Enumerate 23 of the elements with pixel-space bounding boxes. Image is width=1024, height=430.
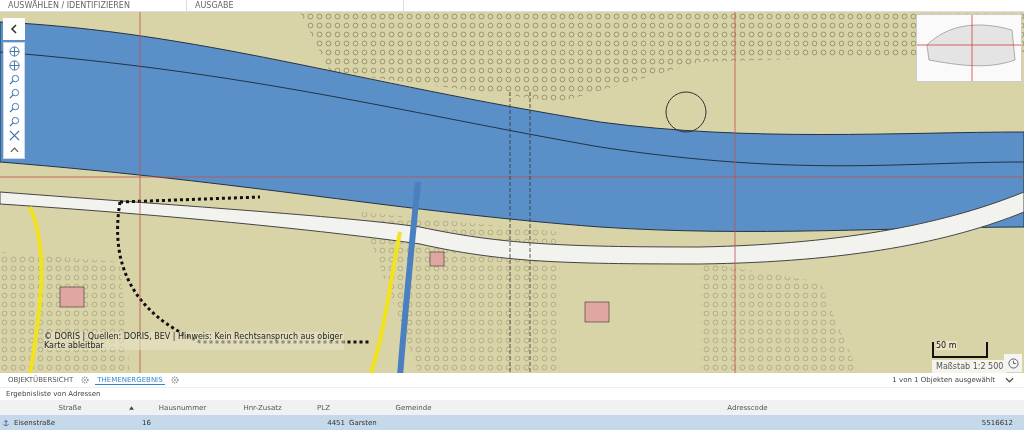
section-title[interactable]: AUSGABE (195, 0, 234, 11)
collapse-button[interactable] (3, 18, 25, 40)
chevron-left-icon (10, 24, 18, 34)
map-attribution: © DORIS | Quellen: DORIS, BEV | Hinweis: Kein Rechtsanspruch aus obiger Karte ableitbar (44, 332, 344, 350)
magnifier-icon (8, 74, 20, 85)
anchor-icon[interactable] (2, 418, 10, 427)
globe-icon (8, 60, 20, 71)
clock-icon (1007, 357, 1019, 369)
magnifier-icon (8, 116, 20, 127)
globe-icon (8, 46, 20, 57)
scale-bar-label: 50 m (936, 341, 957, 350)
globe-button[interactable] (6, 59, 22, 72)
chevron-down-icon (1005, 377, 1014, 383)
scale-label: Maßstab 1:2 500 (932, 360, 1008, 373)
gear-icon[interactable] (81, 376, 90, 384)
section-title[interactable]: AUSWÄHLEN / IDENTIFIZIEREN (8, 0, 130, 11)
caret-up-icon (9, 146, 19, 153)
magnifier-icon (8, 88, 20, 99)
history-button[interactable] (1004, 354, 1022, 372)
magnifier-icon (8, 102, 20, 113)
sort-ascending-icon (129, 405, 134, 410)
gear-icon[interactable] (170, 376, 179, 384)
globe-button[interactable] (6, 45, 22, 58)
